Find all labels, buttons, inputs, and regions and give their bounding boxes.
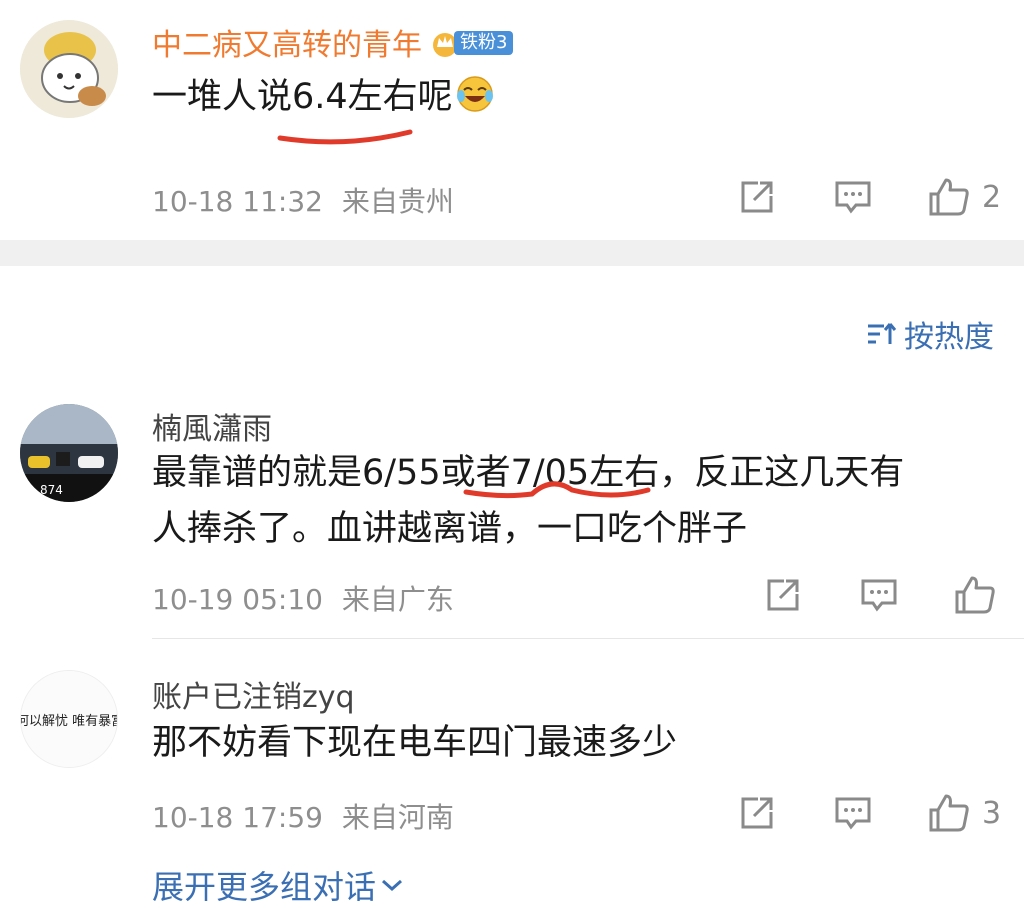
like-count: 3 xyxy=(982,795,1002,831)
share-icon xyxy=(767,579,799,611)
comment-text-line-2: 人捧杀了。血讲越离谱，一口吃个胖子 xyxy=(152,509,748,549)
comment-icon xyxy=(861,579,897,612)
reply-button[interactable] xyxy=(860,576,898,614)
thumbs-up-icon xyxy=(955,576,995,614)
comment-time: 10-18 11:32 xyxy=(152,185,323,218)
laughing-crying-emoji-icon xyxy=(456,76,493,112)
comment-icon xyxy=(835,181,871,214)
comment-location: 来自贵州 xyxy=(341,185,454,218)
comment-location: 来自广东 xyxy=(341,583,454,616)
reply-button[interactable] xyxy=(834,794,872,832)
comment-username[interactable]: 中二病又高转的青年 铁粉3 xyxy=(152,20,514,64)
expand-conversation-link[interactable]: 展开更多组对话 xyxy=(152,862,404,908)
divider xyxy=(152,638,1024,639)
avatar[interactable]: 874 xyxy=(20,404,118,502)
avatar[interactable] xyxy=(20,20,118,118)
sort-label: 按热度 xyxy=(904,320,994,355)
avatar[interactable]: 何以解忧 唯有暴富 xyxy=(20,670,118,768)
like-count: 2 xyxy=(982,179,1002,215)
share-icon xyxy=(741,181,773,213)
cars-photo-avatar-icon: 874 xyxy=(20,404,118,502)
comment-text: 一堆人说6.4左右呢 xyxy=(152,66,495,128)
expand-label: 展开更多组对话 xyxy=(152,868,377,906)
share-button[interactable] xyxy=(738,178,776,216)
like-button[interactable]: 3 xyxy=(928,792,1001,834)
like-button[interactable] xyxy=(954,574,996,616)
share-icon xyxy=(741,797,773,829)
sort-by-hot-button[interactable]: 按热度 xyxy=(866,312,994,356)
fan-badge[interactable]: 铁粉3 xyxy=(430,28,514,58)
cartoon-avatar-icon xyxy=(20,20,118,118)
comment-meta: 10-18 17:59 来自河南 xyxy=(152,796,454,836)
chevron-down-icon xyxy=(382,879,403,892)
sort-icon xyxy=(868,323,897,344)
avatar-caption: 874 xyxy=(40,483,63,497)
thumbs-up-icon xyxy=(929,794,969,832)
comment-icon xyxy=(835,797,871,830)
reply-button[interactable] xyxy=(834,178,872,216)
share-button[interactable] xyxy=(738,794,776,832)
comment-meta: 10-19 05:10 来自广东 xyxy=(152,578,454,618)
comment-time: 10-19 05:10 xyxy=(152,583,323,616)
comment-time: 10-18 17:59 xyxy=(152,801,323,834)
like-button[interactable]: 2 xyxy=(928,176,1001,218)
comment-text: 那不妨看下现在电车四门最速多少 xyxy=(152,723,678,763)
red-annotation-underline xyxy=(277,129,413,145)
calligraphy-avatar-icon: 何以解忧 唯有暴富 xyxy=(21,671,118,767)
comment-meta: 10-18 11:32 来自贵州 xyxy=(152,180,454,220)
comment-username[interactable]: 账户已注销zyq xyxy=(152,672,355,716)
thumbs-up-icon xyxy=(929,178,969,216)
avatar-calligraphy-text: 何以解忧 唯有暴富 xyxy=(21,713,118,729)
red-annotation-underline xyxy=(463,481,651,499)
section-divider xyxy=(0,240,1024,266)
comment-location: 来自河南 xyxy=(341,801,454,834)
share-button[interactable] xyxy=(764,576,802,614)
